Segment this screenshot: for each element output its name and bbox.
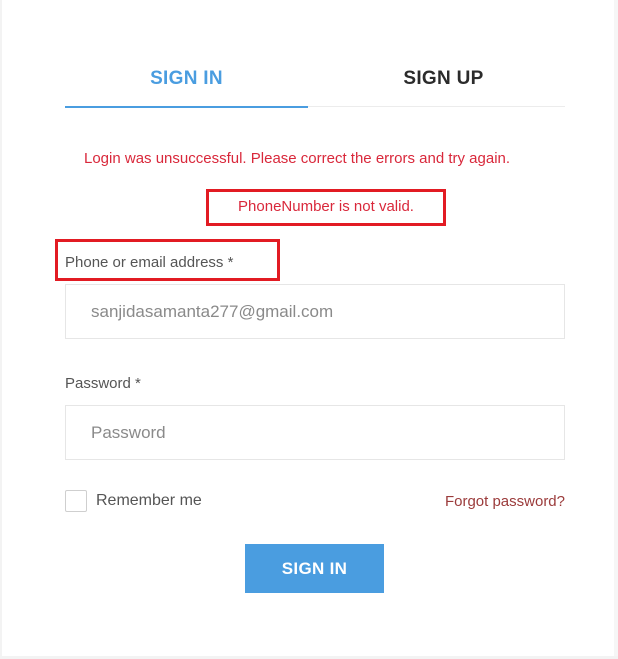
password-input[interactable] xyxy=(65,405,565,460)
phone-error-message: PhoneNumber is not valid. xyxy=(206,189,446,226)
error-summary: Login was unsuccessful. Please correct t… xyxy=(84,150,511,167)
phone-field-label: Phone or email address * xyxy=(65,254,234,271)
tab-sign-up[interactable]: SIGN UP xyxy=(322,52,565,106)
forgot-password-link[interactable]: Forgot password? xyxy=(445,493,565,510)
frame-left-border xyxy=(0,0,2,659)
login-page: SIGN IN SIGN UP Login was unsuccessful. … xyxy=(0,0,618,659)
frame-right-border xyxy=(614,0,618,659)
auth-tabs: SIGN IN SIGN UP xyxy=(65,52,565,108)
tab-sign-in[interactable]: SIGN IN xyxy=(65,52,308,108)
password-field-label: Password * xyxy=(65,375,141,392)
sign-in-button[interactable]: SIGN IN xyxy=(245,544,384,593)
remember-me-label[interactable]: Remember me xyxy=(96,492,202,510)
phone-email-input[interactable] xyxy=(65,284,565,339)
remember-me-checkbox[interactable] xyxy=(65,490,87,512)
